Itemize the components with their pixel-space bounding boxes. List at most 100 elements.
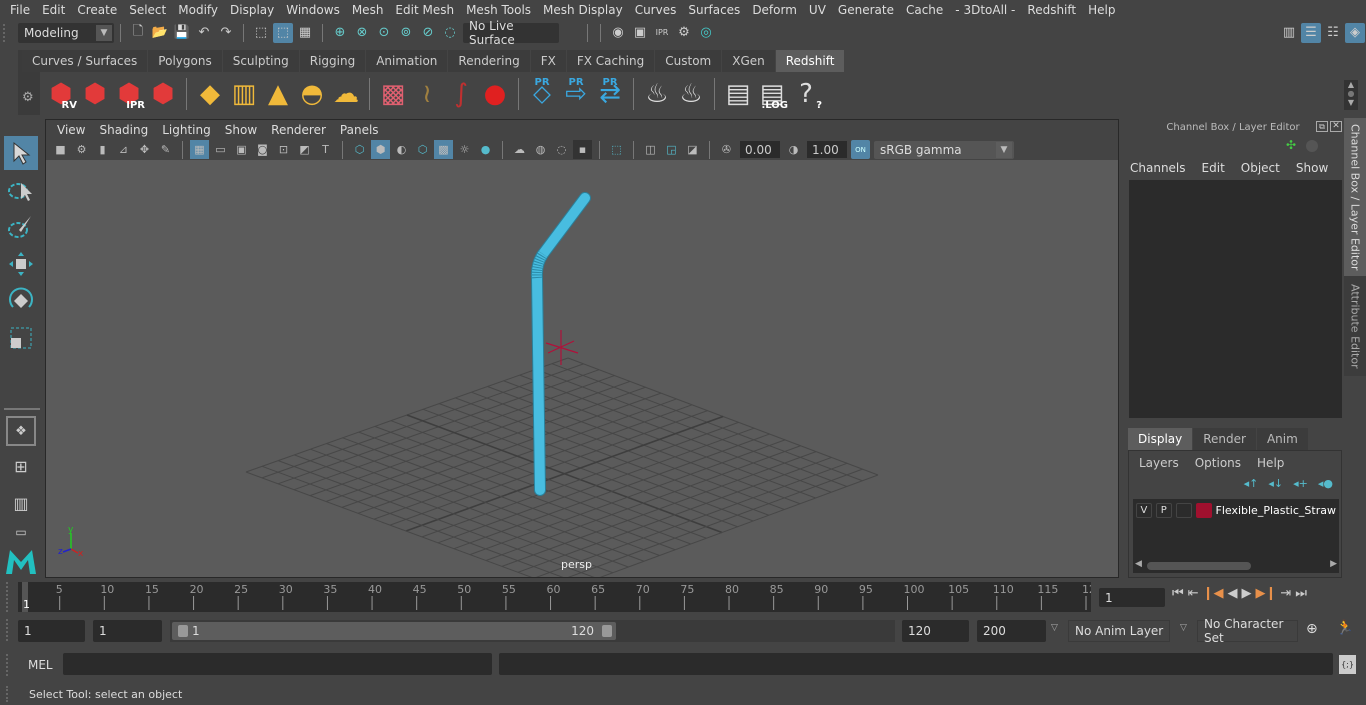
rs-pr-export-icon[interactable]: ⇨ PR xyxy=(560,77,592,111)
four-view-layout[interactable]: ⊞ xyxy=(4,449,38,483)
shelf-tab-redshift[interactable]: Redshift xyxy=(775,50,845,72)
grip-handle[interactable] xyxy=(6,654,12,676)
new-layer-selected-icon[interactable]: ◂● xyxy=(1318,477,1333,490)
rs-pr-object-icon[interactable]: ⬦ PR xyxy=(526,77,558,111)
snap-grid-icon[interactable]: ⊕ xyxy=(330,23,350,43)
menu-windows[interactable]: Windows xyxy=(280,3,346,17)
menu-redshift[interactable]: Redshift xyxy=(1021,3,1082,17)
new-layer-icon[interactable]: ◂+ xyxy=(1293,477,1308,490)
view-transform-dropdown[interactable]: sRGB gamma ▼ xyxy=(874,140,1014,159)
shelf-tab-xgen[interactable]: XGen xyxy=(722,50,775,72)
textured-icon[interactable]: ▩ xyxy=(434,140,453,159)
shelf-tab-animation[interactable]: Animation xyxy=(366,50,448,72)
rs-pr-transfer-icon[interactable]: ⇄ PR xyxy=(594,77,626,111)
menu-help[interactable]: Help xyxy=(1082,3,1121,17)
manipulator-icon[interactable]: ✣ xyxy=(1286,138,1296,152)
shelf-tab-rigging[interactable]: Rigging xyxy=(299,50,366,72)
layer-menu-layers[interactable]: Layers xyxy=(1139,456,1179,470)
rs-sun-sky-icon[interactable]: ☁ xyxy=(330,77,362,111)
step-back-frame-icon[interactable]: ⇤ xyxy=(1188,586,1199,601)
channel-menu-channels[interactable]: Channels xyxy=(1130,161,1186,175)
grid-toggle-icon[interactable]: ▦ xyxy=(190,140,209,159)
outliner-persp-layout[interactable]: ▥ xyxy=(4,486,38,520)
redo-icon[interactable]: ↷ xyxy=(216,23,236,43)
snap-live-icon[interactable]: ⊘ xyxy=(418,23,438,43)
modeling-toolkit-icon[interactable]: ▥ xyxy=(1279,23,1299,43)
step-forward-frame-icon[interactable]: ⇥ xyxy=(1280,586,1291,601)
current-frame-field[interactable]: 1 xyxy=(1099,588,1165,607)
rs-area-light-icon[interactable]: ▥ xyxy=(228,77,260,111)
viewport-menu-view[interactable]: View xyxy=(50,123,92,137)
scroll-down-icon[interactable]: ▼ xyxy=(1344,98,1358,107)
anti-aliasing-icon[interactable]: ◌ xyxy=(552,140,571,159)
viewport-menu-shading[interactable]: Shading xyxy=(92,123,155,137)
rs-render-view-icon[interactable]: ⬢ RV xyxy=(45,77,77,111)
scroll-right-icon[interactable]: ▶ xyxy=(1330,559,1337,569)
shelf-settings-gear-icon[interactable]: ⚙ xyxy=(22,90,34,105)
shelf-tab-curves-surfaces[interactable]: Curves / Surfaces xyxy=(22,50,148,72)
menu-select[interactable]: Select xyxy=(123,3,172,17)
scroll-up-icon[interactable]: ▲ xyxy=(1344,80,1358,89)
menu-surfaces[interactable]: Surfaces xyxy=(682,3,746,17)
render-view-icon[interactable]: ◉ xyxy=(608,23,628,43)
close-panel-icon[interactable]: ✕ xyxy=(1330,121,1342,132)
shelf-tab-fx-caching[interactable]: FX Caching xyxy=(566,50,655,72)
field-chart-icon[interactable]: ⊡ xyxy=(274,140,293,159)
rs-log-icon[interactable]: ▤ .LOG xyxy=(756,77,788,111)
select-hierarchy-icon[interactable]: ⬚ xyxy=(251,23,271,43)
lasso-tool[interactable] xyxy=(4,173,38,207)
menu-edit[interactable]: Edit xyxy=(36,3,71,17)
snap-magnet-icon[interactable]: ◌ xyxy=(440,23,460,43)
save-scene-icon[interactable]: 💾 xyxy=(172,23,192,43)
rotate-tool[interactable] xyxy=(4,284,38,318)
character-set-dropdown[interactable]: No Character Set xyxy=(1197,617,1298,645)
go-to-end-icon[interactable]: ⏭ xyxy=(1295,586,1307,601)
shelf-tab-sculpting[interactable]: Sculpting xyxy=(222,50,299,72)
select-tool[interactable] xyxy=(4,136,38,170)
rs-sphere-icon[interactable]: ● xyxy=(479,77,511,111)
render-settings-icon[interactable]: ⚙ xyxy=(674,23,694,43)
use-all-lights-icon[interactable]: ☼ xyxy=(455,140,474,159)
open-scene-icon[interactable]: 📂 xyxy=(150,23,170,43)
menu-create[interactable]: Create xyxy=(71,3,123,17)
select-object-icon[interactable]: ⬚ xyxy=(273,22,293,43)
play-forward-icon[interactable]: ▶ xyxy=(1242,586,1252,601)
xray-joints-icon[interactable]: ◲ xyxy=(662,140,681,159)
menu-3dtoall[interactable]: - 3DtoAll - xyxy=(949,3,1021,17)
workspace-menu-set-dropdown[interactable]: Modeling ▼ xyxy=(18,22,114,43)
layer-display-type-toggle[interactable] xyxy=(1175,503,1192,518)
snap-view-plane-icon[interactable]: ⊚ xyxy=(396,23,416,43)
range-start-knob[interactable] xyxy=(178,625,188,637)
safe-title-icon[interactable]: T xyxy=(316,140,335,159)
isolate-select-icon[interactable]: ⬚ xyxy=(607,140,626,159)
shelf-tab-fx[interactable]: FX xyxy=(530,50,566,72)
range-slider-handle[interactable]: 1 120 xyxy=(172,622,616,640)
scene-start-field[interactable]: 1 xyxy=(18,620,85,642)
layer-tab-anim[interactable]: Anim xyxy=(1256,428,1308,450)
menu-display[interactable]: Display xyxy=(224,3,280,17)
exposure-icon[interactable]: ✇ xyxy=(717,140,736,159)
exposure-field[interactable]: 0.00 xyxy=(740,141,780,158)
rs-proxy-icon[interactable]: ▩ xyxy=(377,77,409,111)
rs-bake-icon[interactable]: ♨ xyxy=(675,77,707,111)
safe-action-icon[interactable]: ◩ xyxy=(295,140,314,159)
shadows-icon[interactable]: ● xyxy=(476,140,495,159)
channel-list[interactable] xyxy=(1129,180,1342,418)
move-layer-up-icon[interactable]: ◂↑ xyxy=(1244,477,1259,490)
scene-end-field[interactable]: 200 xyxy=(977,620,1046,642)
channel-menu-show[interactable]: Show xyxy=(1296,161,1328,175)
anim-layer-dropdown-arrow-icon[interactable]: ▽ xyxy=(1051,623,1058,633)
menu-curves[interactable]: Curves xyxy=(629,3,683,17)
layer-hscrollbar[interactable]: ◀ ▶ xyxy=(1133,559,1339,573)
channel-menu-edit[interactable]: Edit xyxy=(1202,161,1225,175)
rs-bake-multi-icon[interactable]: ♨ xyxy=(641,77,673,111)
undo-icon[interactable]: ↶ xyxy=(194,23,214,43)
go-to-start-icon[interactable]: ⏮ xyxy=(1172,586,1184,601)
smooth-shade-icon[interactable]: ⬢ xyxy=(371,140,390,159)
shelf-tab-polygons[interactable]: Polygons xyxy=(148,50,222,72)
rs-batch-render-icon[interactable]: ⬢ xyxy=(79,77,111,111)
grip-handle[interactable] xyxy=(6,619,12,641)
new-scene-icon[interactable]: 🗋 xyxy=(128,23,148,43)
step-back-key-icon[interactable]: ❙◀ xyxy=(1203,586,1224,601)
rs-light-portal-icon[interactable]: ◆ xyxy=(194,77,226,111)
